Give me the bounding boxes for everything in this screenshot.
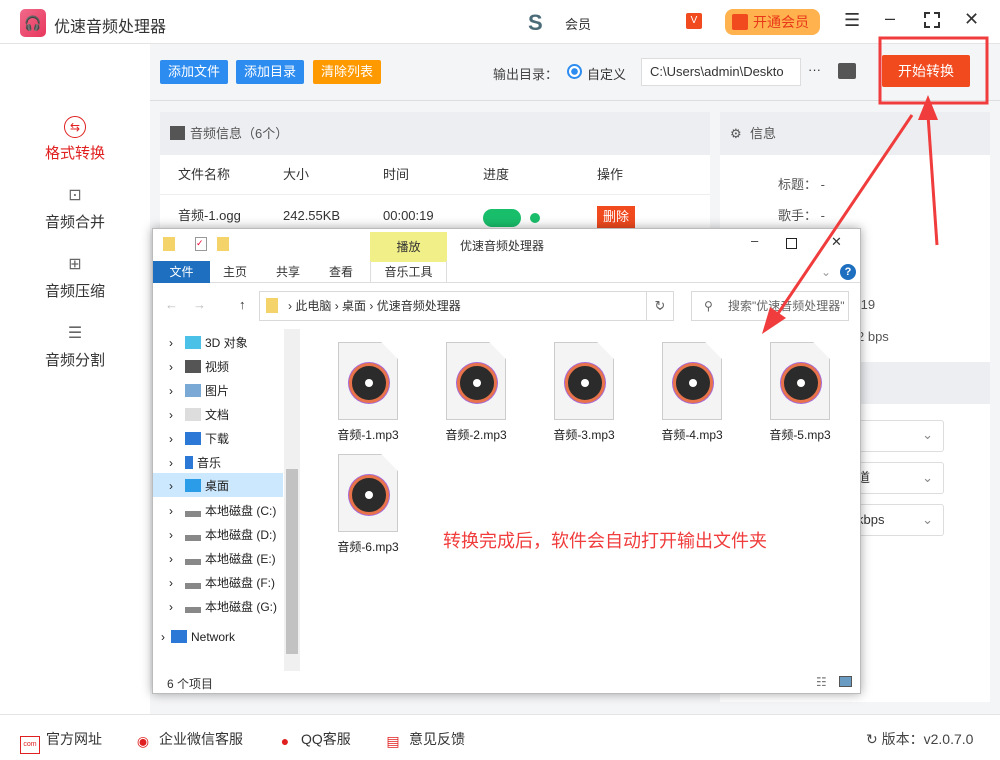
website-icon: com — [20, 736, 40, 754]
refresh-icon: ↻ — [866, 731, 878, 747]
arrow-up — [926, 114, 939, 246]
arrow-up-head — [918, 95, 938, 120]
annotation-arrows — [762, 36, 989, 334]
wechat-support-link[interactable]: ◉ 企业微信客服 — [133, 729, 243, 751]
highlight-box — [878, 36, 989, 105]
arrow-down-head — [762, 307, 786, 334]
footer-bar: com 官方网址 ◉ 企业微信客服 ● QQ客服 ▤ 意见反馈 ↻ 版本：v2.0.7.… — [0, 714, 1000, 760]
feedback-link[interactable]: ▤ 意见反馈 — [383, 729, 465, 751]
wechat-icon: ◉ — [136, 733, 150, 749]
feedback-icon: ▤ — [386, 733, 400, 749]
arrow-down — [773, 114, 914, 319]
version-info: ↻ 版本：v2.0.7.0 — [866, 731, 974, 747]
qq-icon: ● — [280, 733, 290, 749]
official-site-link[interactable]: com 官方网址 — [20, 729, 102, 754]
qq-support-link[interactable]: ● QQ客服 — [275, 729, 351, 751]
